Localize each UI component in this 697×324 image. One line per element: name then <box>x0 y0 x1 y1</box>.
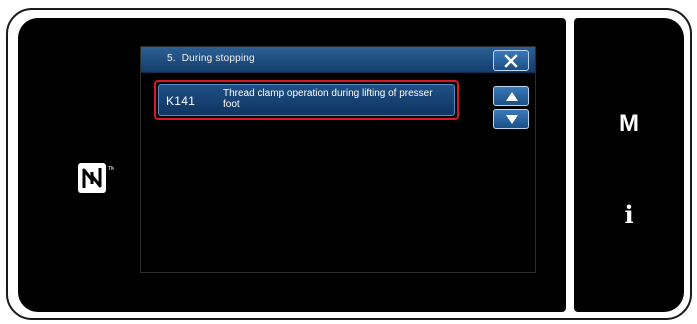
side-panel: M i <box>574 18 684 312</box>
dialog-title-text: During stopping <box>181 53 255 64</box>
scroll-down-button[interactable] <box>493 109 529 129</box>
dialog-header: 5. During stopping <box>141 47 535 73</box>
item-label: Thread clamp operation during lifting of… <box>223 88 433 110</box>
dialog-title: 5. During stopping <box>167 53 255 64</box>
nfc-icon: TM <box>78 163 114 193</box>
memory-switch-dialog: 5. During stopping K141 Thread clamp oper… <box>140 46 536 273</box>
close-icon <box>504 54 518 68</box>
triangle-up-icon <box>506 92 518 101</box>
m-key-button[interactable]: M <box>574 110 684 138</box>
item-code: K141 <box>166 94 196 108</box>
svg-text:TM: TM <box>108 166 114 172</box>
list-item-k141[interactable]: K141 Thread clamp operation during lifti… <box>158 84 455 116</box>
close-button[interactable] <box>493 50 529 71</box>
dialog-number: 5. <box>167 53 176 64</box>
scroll-up-button[interactable] <box>493 86 529 106</box>
information-button[interactable]: i <box>574 200 684 229</box>
triangle-down-icon <box>506 115 518 124</box>
